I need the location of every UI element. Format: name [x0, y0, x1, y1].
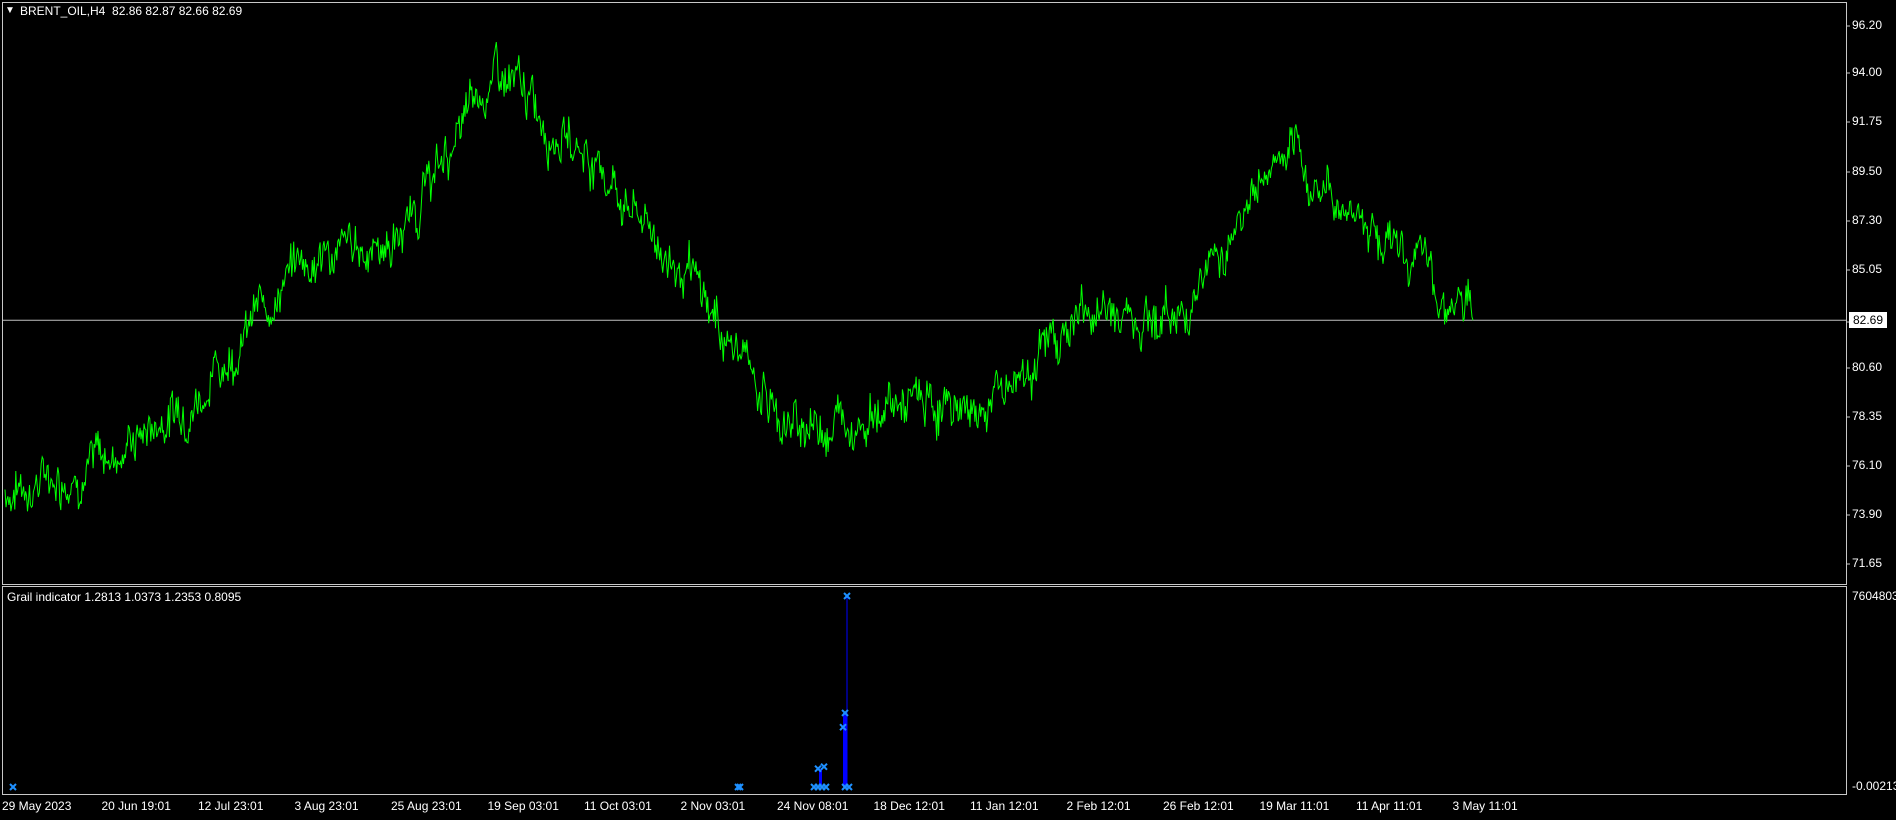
time-tick-label: 19 Mar 11:01 [1259, 799, 1330, 813]
price-series-line [4, 42, 1474, 512]
price-tick-label: 76.10 [1852, 458, 1883, 472]
indicator-title: Grail indicator 1.2813 1.0373 1.2353 0.8… [7, 590, 242, 604]
time-tick-label: 18 Dec 12:01 [873, 799, 945, 813]
price-tick-label: 73.90 [1852, 507, 1883, 521]
price-tick-label: 71.65 [1852, 556, 1883, 570]
price-tick-label: 78.35 [1852, 409, 1883, 423]
time-tick-label: 25 Aug 23:01 [391, 799, 462, 813]
indicator-marker [9, 783, 17, 791]
time-tick-label: 2 Nov 03:01 [680, 799, 746, 813]
indicator-marker [820, 762, 828, 771]
time-tick-label: 12 Jul 23:01 [198, 799, 264, 813]
price-tick-label: 89.50 [1852, 164, 1883, 178]
price-tick-label: 94.00 [1852, 65, 1883, 79]
time-tick-label: 11 Oct 03:01 [584, 799, 652, 813]
time-tick-label: 11 Jan 12:01 [970, 799, 1039, 813]
current-price-label: 82.69 [1849, 312, 1888, 329]
chart-menu-icon[interactable]: ▼ [5, 5, 15, 16]
time-tick-label: 24 Nov 08:01 [777, 799, 849, 813]
chart-canvas [3, 25, 1850, 791]
time-tick-label: 20 Jun 19:01 [101, 799, 171, 813]
price-tick-label: 91.75 [1852, 114, 1883, 128]
time-tick-label: 29 May 2023 [2, 799, 72, 813]
price-tick-label: 96.20 [1852, 18, 1883, 32]
indicator-axis-top: 7604803 [1852, 589, 1896, 603]
price-tick-label: 85.05 [1852, 262, 1883, 276]
indicator-axis-bottom: -0.002133 [1852, 779, 1896, 793]
price-tick-label: 80.60 [1852, 360, 1883, 374]
time-tick-label: 19 Sep 03:01 [487, 799, 559, 813]
time-tick-label: 26 Feb 12:01 [1163, 799, 1234, 813]
indicator-marker [822, 783, 830, 791]
price-tick-label: 87.30 [1852, 213, 1883, 227]
chart-title: BRENT_OIL,H4 82.86 82.87 82.66 82.69 [20, 4, 243, 18]
time-tick-label: 3 Aug 23:01 [294, 799, 359, 813]
time-tick-label: 3 May 11:01 [1452, 799, 1518, 813]
time-tick-label: 2 Feb 12:01 [1066, 799, 1131, 813]
time-tick-label: 11 Apr 11:01 [1356, 799, 1423, 813]
